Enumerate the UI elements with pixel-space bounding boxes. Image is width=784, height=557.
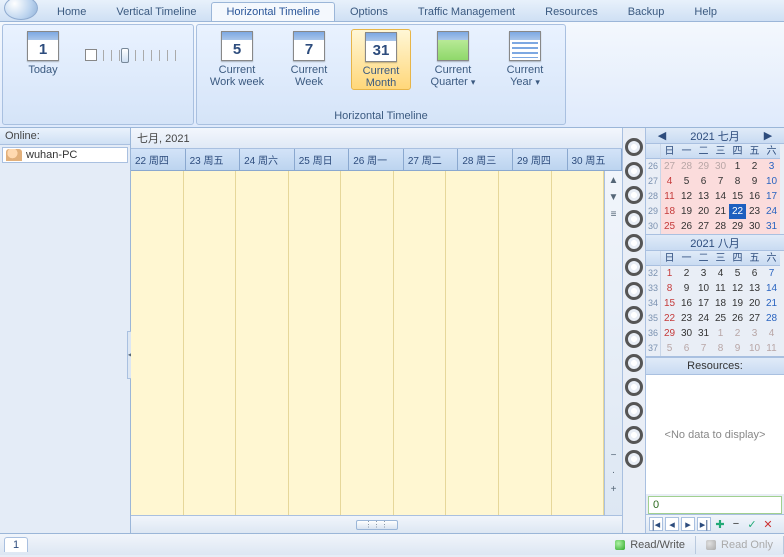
- status-readonly: Read Only: [721, 539, 773, 551]
- calendar-icon: [437, 31, 469, 61]
- ribbon-work-week-button[interactable]: 5CurrentWork week: [207, 29, 267, 88]
- calendar-icon: 7: [293, 31, 325, 61]
- next-icon[interactable]: ▸: [681, 517, 695, 531]
- right-panel: ◀ 2021 七月 ▶ 日一二三四五六262728293012327456789…: [646, 128, 784, 533]
- tab-backup[interactable]: Backup: [613, 2, 680, 21]
- day-header[interactable]: 23 周五: [186, 149, 241, 170]
- day-header[interactable]: 26 周一: [349, 149, 404, 170]
- zoom-in-icon[interactable]: +: [611, 484, 617, 495]
- user-icon: [6, 149, 22, 161]
- mini-calendar-2[interactable]: 日一二三四五六321234567338910111213143415161718…: [646, 251, 784, 357]
- day-header[interactable]: 29 周四: [513, 149, 568, 170]
- day-header[interactable]: 30 周五: [568, 149, 623, 170]
- day-header[interactable]: 25 周日: [295, 149, 350, 170]
- tab-help[interactable]: Help: [679, 2, 732, 21]
- online-panel: Online: wuhan-PC: [0, 128, 131, 533]
- tab-resources[interactable]: Resources: [530, 2, 613, 21]
- remove-icon[interactable]: −: [729, 517, 743, 531]
- collapse-icon[interactable]: ≡: [611, 209, 617, 220]
- tab-horizontal-timeline[interactable]: Horizontal Timeline: [211, 2, 335, 21]
- status-tab[interactable]: 1: [4, 537, 28, 552]
- vertical-toolbar: ▲ ▼ ≡ − · +: [604, 171, 622, 515]
- zoom-out-icon[interactable]: −: [611, 450, 617, 461]
- today-label: Today: [28, 64, 57, 76]
- calendar-title-2: 2021 八月: [690, 235, 740, 251]
- slider-thumb[interactable]: [121, 48, 129, 63]
- slider-min-icon: [85, 49, 97, 61]
- timeline-title: 七月, 2021: [131, 128, 622, 149]
- day-header[interactable]: 22 周四: [131, 149, 186, 170]
- ribbon-month-button[interactable]: 31CurrentMonth: [351, 29, 411, 90]
- prev-icon[interactable]: ◂: [665, 517, 679, 531]
- app-orb[interactable]: [4, 0, 38, 20]
- main-area: Online: wuhan-PC ◀ 七月, 2021 22 周四23 周五24…: [0, 128, 784, 533]
- ribbon-quarter-button[interactable]: CurrentQuarter ▾: [423, 29, 483, 88]
- resources-body: <No data to display>: [646, 375, 784, 494]
- calendar-icon: 5: [221, 31, 253, 61]
- calendar-icon: [509, 31, 541, 61]
- ribbon-group-caption: Horizontal Timeline: [334, 108, 428, 122]
- tab-traffic-management[interactable]: Traffic Management: [403, 2, 530, 21]
- calendar-nav: ◀ 2021 七月 ▶: [646, 128, 784, 144]
- status-bar: 1 Read/Write Read Only: [0, 533, 784, 555]
- cal-next-icon[interactable]: ▶: [764, 129, 772, 142]
- status-readwrite: Read/Write: [605, 536, 696, 554]
- first-icon[interactable]: |◂: [649, 517, 663, 531]
- zoom-dot-icon[interactable]: ·: [612, 467, 615, 478]
- menu-tabs: HomeVertical TimelineHorizontal Timeline…: [0, 0, 784, 22]
- calendar-icon: 31: [365, 32, 397, 62]
- day-header[interactable]: 28 周三: [458, 149, 513, 170]
- ribbon-group-horizontal-timeline: 5CurrentWork week7CurrentWeek31CurrentMo…: [196, 24, 566, 125]
- today-button[interactable]: 1 Today: [13, 29, 73, 76]
- timeline-panel: ◀ 七月, 2021 22 周四23 周五24 周六25 周日26 周一27 周…: [131, 128, 622, 533]
- confirm-icon[interactable]: ✓: [745, 517, 759, 531]
- zoom-slider[interactable]: [85, 49, 183, 61]
- day-header[interactable]: 24 周六: [240, 149, 295, 170]
- scroll-down-icon[interactable]: ▼: [609, 192, 619, 203]
- tab-vertical-timeline[interactable]: Vertical Timeline: [101, 2, 211, 21]
- calendar-title-1: 2021 七月: [690, 128, 740, 144]
- mini-calendar-1[interactable]: 日一二三四五六262728293012327456789102811121314…: [646, 144, 784, 235]
- resources-header: Resources:: [646, 357, 784, 375]
- calendar-icon: 1: [27, 31, 59, 61]
- add-icon[interactable]: ✚: [713, 517, 727, 531]
- timeline-grid[interactable]: [131, 171, 604, 515]
- resources-toolbar: |◂ ◂ ▸ ▸| ✚ − ✓ ✕: [646, 514, 784, 533]
- horizontal-scrollbar[interactable]: ⋮⋮⋮: [131, 515, 622, 533]
- day-header-row: 22 周四23 周五24 周六25 周日26 周一27 周二28 周三29 周四…: [131, 149, 622, 171]
- ribbon-year-button[interactable]: CurrentYear ▾: [495, 29, 555, 88]
- ribbon-week-button[interactable]: 7CurrentWeek: [279, 29, 339, 88]
- ribbon-group-today: 1 Today: [2, 24, 194, 125]
- tab-home[interactable]: Home: [42, 2, 101, 21]
- scroll-up-icon[interactable]: ▲: [609, 175, 619, 186]
- online-header: Online:: [0, 128, 130, 145]
- ribbon: 1 Today 5CurrentWork week7CurrentWeek31C…: [0, 22, 784, 128]
- day-header[interactable]: 27 周二: [404, 149, 459, 170]
- tab-options[interactable]: Options: [335, 2, 403, 21]
- spiral-binder: [622, 128, 646, 533]
- cal-prev-icon[interactable]: ◀: [658, 129, 666, 142]
- number-input[interactable]: 0: [648, 496, 782, 514]
- last-icon[interactable]: ▸|: [697, 517, 711, 531]
- cancel-icon[interactable]: ✕: [761, 517, 775, 531]
- online-user-row[interactable]: wuhan-PC: [2, 147, 128, 163]
- online-user-name: wuhan-PC: [26, 149, 77, 161]
